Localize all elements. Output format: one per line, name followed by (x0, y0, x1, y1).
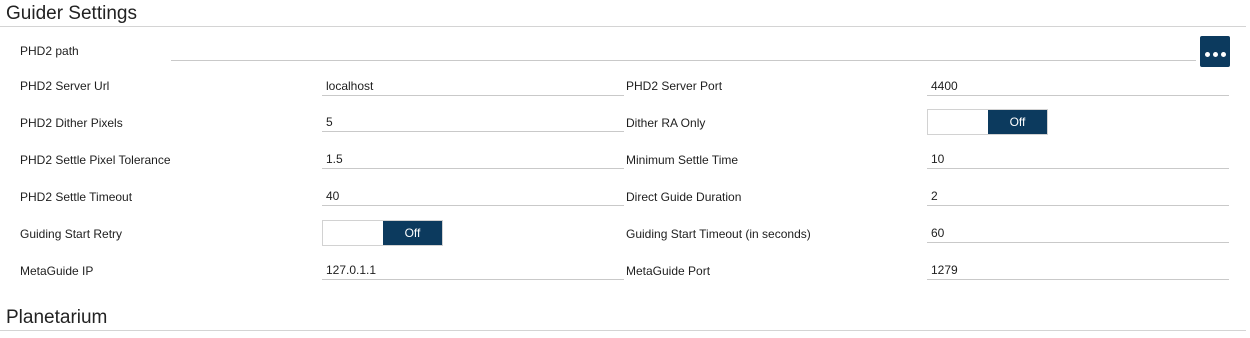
dither-ra-only-label: Dither RA Only (626, 116, 706, 130)
phd2-path-input[interactable] (171, 41, 1196, 61)
guiding-start-retry-toggle[interactable]: Off (322, 220, 443, 246)
ellipsis-icon (1204, 52, 1226, 57)
phd2-settle-timeout-value: 40 (326, 189, 340, 203)
guiding-start-retry-label: Guiding Start Retry (20, 227, 123, 241)
toggle-knob (323, 221, 383, 245)
phd2-settle-timeout-input[interactable]: 40 (322, 186, 624, 206)
phd2-server-url-label: PHD2 Server Url (20, 79, 110, 93)
metaguide-port-input[interactable]: 1279 (927, 260, 1229, 280)
minimum-settle-time-input[interactable]: 10 (927, 149, 1229, 169)
browse-path-button[interactable] (1200, 36, 1230, 67)
phd2-server-port-input[interactable]: 4400 (927, 76, 1229, 96)
dither-ra-only-toggle[interactable]: Off (927, 109, 1048, 135)
phd2-settle-tolerance-input[interactable]: 1.5 (322, 149, 624, 169)
toggle-knob (928, 110, 988, 134)
section-divider (0, 330, 1246, 331)
phd2-settle-tolerance-value: 1.5 (326, 152, 343, 166)
direct-guide-duration-value: 2 (931, 189, 938, 203)
phd2-server-port-value: 4400 (931, 79, 958, 93)
minimum-settle-time-label: Minimum Settle Time (626, 153, 739, 167)
phd2-settle-timeout-label: PHD2 Settle Timeout (20, 190, 133, 204)
section-divider (0, 26, 1246, 27)
phd2-server-url-input[interactable]: localhost (322, 76, 624, 96)
metaguide-port-label: MetaGuide Port (626, 264, 711, 278)
guiding-start-timeout-label: Guiding Start Timeout (in seconds) (626, 227, 811, 241)
guider-settings-title: Guider Settings (6, 3, 137, 24)
phd2-dither-pixels-value: 5 (326, 115, 333, 129)
phd2-path-value (171, 44, 175, 58)
metaguide-ip-label: MetaGuide IP (20, 264, 94, 278)
guiding-start-timeout-value: 60 (931, 226, 945, 240)
toggle-state: Off (988, 110, 1047, 134)
direct-guide-duration-input[interactable]: 2 (927, 186, 1229, 206)
phd2-settle-tolerance-label: PHD2 Settle Pixel Tolerance (20, 153, 171, 167)
toggle-state: Off (383, 221, 442, 245)
guiding-start-timeout-input[interactable]: 60 (927, 223, 1229, 243)
metaguide-ip-value: 127.0.1.1 (326, 263, 377, 277)
planetarium-title: Planetarium (6, 307, 108, 328)
minimum-settle-time-value: 10 (931, 152, 945, 166)
phd2-dither-pixels-label: PHD2 Dither Pixels (20, 116, 123, 130)
metaguide-port-value: 1279 (931, 263, 958, 277)
phd2-dither-pixels-input[interactable]: 5 (322, 112, 624, 132)
metaguide-ip-input[interactable]: 127.0.1.1 (322, 260, 624, 280)
direct-guide-duration-label: Direct Guide Duration (626, 190, 742, 204)
phd2-path-label: PHD2 path (20, 44, 79, 58)
phd2-server-port-label: PHD2 Server Port (626, 79, 723, 93)
phd2-server-url-value: localhost (326, 79, 374, 93)
